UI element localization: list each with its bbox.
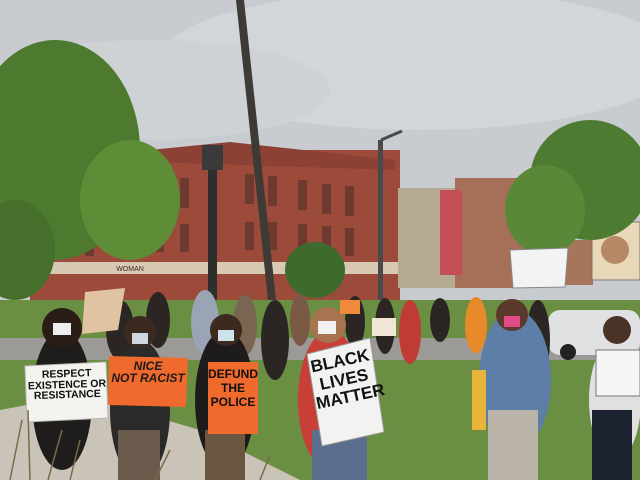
tree-mid xyxy=(285,242,345,298)
lamp-post xyxy=(208,165,217,305)
building-sign-text: WOMAN xyxy=(116,266,144,273)
light-pole xyxy=(378,140,383,300)
defund-sign-text: DEFUND THE POLICE xyxy=(208,367,258,409)
respect-sign-text: RESPECT EXISTENCE OR RESISTANCE xyxy=(27,367,107,403)
small-orange-sign xyxy=(340,300,360,314)
small-sign xyxy=(372,318,396,336)
protest-march-photo: RESPECT EXISTENCE OR RESISTANCE NICE NOT… xyxy=(0,0,640,480)
nice-sign-text: NICE NOT RACIST xyxy=(111,359,185,385)
blank-sign xyxy=(509,247,569,289)
billboard-image xyxy=(601,236,629,264)
white-sign-right xyxy=(595,349,640,397)
lamp-head xyxy=(202,145,223,170)
